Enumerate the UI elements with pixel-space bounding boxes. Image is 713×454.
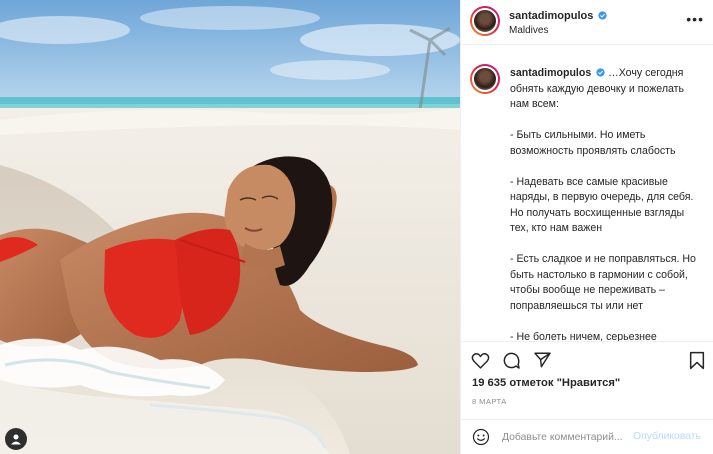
caption-username[interactable]: santadimopulos [510, 67, 591, 79]
caption-text: santadimopulos …Хочу сегодня обнять кажд… [510, 66, 707, 342]
caption-blank-line [510, 159, 707, 175]
likes-count[interactable]: 19 635 отметок "Нравится" [472, 377, 620, 389]
post-date[interactable]: 8 МАРТА [472, 397, 507, 406]
caption-line: поправляешься ты или нет [510, 299, 643, 312]
caption-line: наряды, в первую очередь, для себя. [510, 191, 694, 203]
comment-bubble-icon [503, 352, 520, 369]
caption-line: - Надевать все самые красивые [510, 175, 668, 188]
more-options-button[interactable]: ••• [686, 11, 704, 27]
share-button[interactable] [532, 350, 552, 370]
tag-people-button[interactable] [5, 428, 27, 450]
caption-line: - Быть сильными. Но иметь [510, 129, 646, 141]
comment-input[interactable] [502, 429, 632, 445]
caption-blank-line [510, 113, 707, 129]
comment-button[interactable] [501, 350, 521, 370]
caption-line: - Не болеть ничем, серьезнее [510, 330, 657, 342]
post-sidebar: santadimopulos Maldives ••• santadimopul… [460, 0, 713, 454]
post-photo[interactable] [0, 0, 460, 454]
more-horizontal-icon: ••• [686, 11, 704, 27]
caption-line: …Хочу сегодня [608, 67, 684, 79]
heart-icon [471, 352, 489, 369]
header-username-row: santadimopulos [509, 10, 608, 22]
caption-line: обнять каждую девочку и пожелать [510, 82, 685, 95]
caption-line: чтобы вообще не переживать – [510, 284, 665, 296]
verified-badge-icon [596, 68, 605, 77]
caption-first-line: santadimopulos …Хочу сегодня [510, 66, 707, 82]
caption-line: нам всем: [510, 98, 559, 110]
post-header: santadimopulos Maldives ••• [461, 0, 713, 45]
beach-photo-image [0, 0, 460, 454]
like-button[interactable] [470, 350, 490, 370]
verified-badge-icon [598, 11, 608, 20]
caption-avatar[interactable] [470, 64, 500, 94]
caption-line: - Есть сладкое и не поправляться. Но [510, 253, 696, 265]
save-button[interactable] [687, 350, 707, 370]
avatar[interactable] [470, 6, 500, 36]
caption-line: возможность проявлять слабость [510, 144, 676, 157]
caption-line: тех, кто нам важен [510, 222, 603, 234]
caption-line: Но получать восхищенные взгляды [510, 206, 685, 219]
post-location[interactable]: Maldives [509, 25, 548, 36]
action-bar [461, 345, 713, 373]
header-username[interactable]: santadimopulos [509, 10, 593, 22]
comment-form: Опубликовать [461, 419, 713, 454]
user-tag-icon [11, 434, 21, 445]
caption-line: быть настолько в гармонии с собой, [510, 268, 688, 281]
caption-blank-line [510, 314, 707, 330]
publish-button[interactable]: Опубликовать [633, 431, 701, 442]
smiley-icon[interactable] [472, 428, 490, 446]
paper-plane-icon [533, 352, 551, 368]
caption-blank-line [510, 237, 707, 253]
caption-scroll-area[interactable]: santadimopulos …Хочу сегодня обнять кажд… [461, 46, 713, 342]
bookmark-icon [689, 351, 705, 369]
